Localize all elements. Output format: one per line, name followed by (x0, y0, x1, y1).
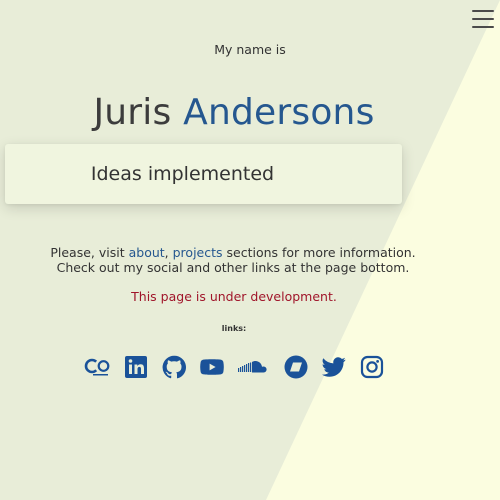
linkedin-icon[interactable] (124, 355, 148, 379)
github-icon[interactable] (162, 355, 186, 379)
soundcloud-icon[interactable] (238, 355, 270, 379)
page-title: Juris Andersons (0, 92, 468, 133)
visit-line-2: Check out my social and other links at t… (56, 260, 410, 275)
visit-paragraph: Please, visit about, projects sections f… (0, 245, 466, 275)
links-label: links: (221, 324, 247, 333)
tagline-card: Ideas implemented (5, 144, 402, 204)
dev-notice: This page is under development. (131, 289, 337, 304)
twitter-icon[interactable] (322, 355, 346, 379)
projects-link[interactable]: projects (173, 245, 223, 260)
intro-text: My name is (214, 42, 286, 57)
about-link[interactable]: about (129, 245, 165, 260)
cv-icon[interactable] (84, 355, 110, 379)
bandcamp-icon[interactable] (284, 355, 308, 379)
instagram-icon[interactable] (360, 355, 384, 379)
last-name: Andersons (183, 92, 375, 133)
youtube-icon[interactable] (200, 355, 224, 379)
social-links (84, 355, 384, 379)
first-name: Juris (93, 92, 172, 133)
hamburger-menu-icon[interactable] (472, 10, 494, 28)
tagline-text: Ideas implemented (90, 163, 275, 185)
visit-line-1: Please, visit about, projects sections f… (50, 245, 416, 260)
